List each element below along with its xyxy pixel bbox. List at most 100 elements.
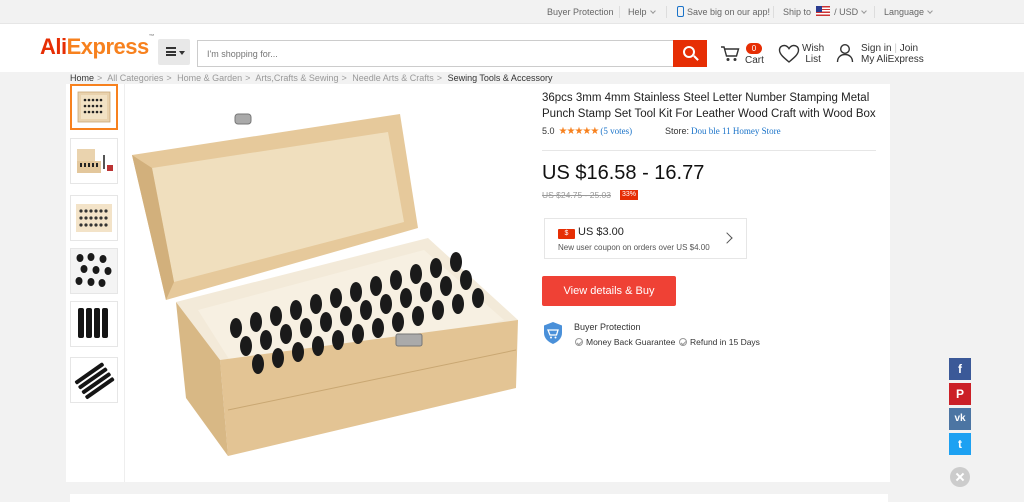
product-thumbnail-image (78, 308, 108, 338)
twitter-share-icon[interactable]: t (949, 433, 971, 455)
app-promo-link[interactable]: Save big on our app! (677, 0, 770, 24)
pinterest-share-icon[interactable]: P (949, 383, 971, 405)
original-price: US $24.75 - 25.03 (542, 190, 611, 200)
rating-row: 5.0 ★★★★★ (5 votes) (542, 126, 632, 137)
cart-link[interactable]: Cart (745, 55, 764, 66)
store-label: Store: (665, 126, 690, 136)
categories-menu-button[interactable] (158, 39, 190, 65)
thumbnail-1[interactable] (70, 84, 118, 130)
breadcrumb-separator: > (341, 73, 347, 83)
language-menu[interactable]: Language (884, 0, 933, 24)
refund-guarantee: Refund in 15 Days (679, 337, 760, 347)
facebook-share-icon[interactable]: f (949, 358, 971, 380)
product-thumbnail-image (76, 204, 112, 232)
coupon-amount: US $3.00 (578, 226, 624, 238)
buyer-protection-title: Buyer Protection (574, 322, 641, 332)
main-product-image[interactable] (128, 110, 528, 460)
breadcrumb-current[interactable]: Sewing Tools & Accessory (448, 73, 553, 83)
divider (542, 150, 876, 151)
close-icon[interactable] (950, 467, 970, 487)
help-menu[interactable]: Help (628, 0, 656, 24)
chevron-down-icon (649, 8, 656, 14)
vk-share-icon[interactable]: vk (949, 408, 971, 430)
ship-to-label: Ship to (783, 7, 812, 17)
breadcrumb-separator: > (436, 73, 443, 83)
breadcrumb: Home > All Categories > Home & Garden > Art… (70, 73, 552, 83)
thumbnail-5[interactable] (70, 301, 118, 347)
cart-icon[interactable] (720, 46, 740, 62)
search-icon-handle (693, 55, 699, 61)
next-section-strip (70, 494, 888, 502)
heart-icon[interactable] (778, 44, 800, 64)
breadcrumb-home[interactable]: Home (70, 73, 94, 83)
thumbnail-3[interactable] (70, 195, 118, 241)
product-title: 36pcs 3mm 4mm Stainless Steel Letter Num… (542, 92, 876, 120)
chevron-down-icon (179, 51, 185, 55)
my-aliexpress-link[interactable]: My AliExpress (861, 54, 924, 65)
thumbnail-2[interactable] (70, 138, 118, 184)
store-info: Store: Dou ble 11 Homey Store (665, 126, 781, 136)
top-utility-bar: Buyer Protection Help Save big on our ap… (0, 0, 1024, 24)
votes-link[interactable]: (5 votes) (600, 126, 632, 136)
search-input[interactable] (197, 40, 673, 67)
coupon-tag-icon: $ (558, 229, 575, 239)
product-thumbnail-image (77, 91, 111, 123)
hamburger-icon (166, 47, 176, 56)
breadcrumb-arts-crafts[interactable]: Arts,Crafts & Sewing (255, 73, 338, 83)
sign-in-link[interactable]: Sign in (861, 43, 892, 54)
currency-label: USD (839, 7, 859, 17)
new-user-coupon[interactable]: $ US $3.00 New user coupon on orders ove… (544, 218, 747, 259)
check-circle-icon (575, 338, 583, 346)
thumbnail-4[interactable] (70, 248, 118, 294)
wish-list-link[interactable]: Wish List (802, 43, 824, 65)
help-label: Help (628, 7, 647, 17)
product-thumbnail-image (77, 149, 113, 173)
coupon-description: New user coupon on orders over US $4.00 (558, 243, 710, 252)
cart-count-badge: 0 (746, 43, 762, 54)
us-flag-icon (815, 6, 830, 16)
app-promo-label: Save big on our app! (687, 7, 771, 17)
divider (874, 6, 875, 18)
wish-list-line2: List (805, 54, 821, 65)
store-link[interactable]: Dou ble 11 Homey Store (691, 126, 781, 136)
divider (773, 6, 774, 18)
breadcrumb-separator: > (245, 73, 251, 83)
view-details-buy-button[interactable]: View details & Buy (542, 276, 676, 306)
thumbnail-6[interactable] (70, 357, 118, 403)
wish-list-line1: Wish (802, 43, 825, 54)
discount-badge: 33% (620, 190, 639, 200)
breadcrumb-all-categories[interactable]: All Categories (107, 73, 163, 83)
join-link[interactable]: Join (900, 43, 918, 54)
price-range: US $16.58 - 16.77 (542, 162, 705, 184)
logo-trademark: ™ (148, 34, 155, 40)
buyer-protection-icon (544, 322, 562, 344)
logo-part-ali: Ali (40, 34, 67, 59)
account-links: Sign in | Join My AliExpress (861, 43, 924, 65)
language-label: Language (884, 7, 925, 17)
user-icon[interactable] (836, 43, 854, 63)
product-thumbnail-image (74, 362, 115, 399)
refund-guarantee-label: Refund in 15 Days (690, 337, 760, 347)
breadcrumb-needle-arts[interactable]: Needle Arts & Crafts (352, 73, 434, 83)
check-circle-icon (679, 338, 687, 346)
breadcrumb-home-garden[interactable]: Home & Garden (177, 73, 242, 83)
product-thumbnail-image (71, 249, 117, 293)
star-rating-icon: ★★★★★ (558, 126, 600, 137)
site-header: AliExpress™ 0 Cart WishList Sign in | Jo… (0, 24, 1024, 72)
account-separator: | (894, 43, 897, 54)
divider (666, 6, 667, 18)
gallery-divider (124, 84, 125, 482)
divider (619, 6, 620, 18)
aliexpress-logo[interactable]: AliExpress™ (40, 34, 155, 60)
money-back-guarantee: Money Back Guarantee (575, 337, 675, 347)
search-button[interactable] (673, 40, 707, 67)
chevron-right-icon (721, 232, 733, 244)
rating-value: 5.0 (542, 126, 555, 136)
chevron-down-icon (927, 8, 933, 14)
ship-to-menu[interactable]: Ship to / USD (783, 0, 867, 24)
money-back-guarantee-label: Money Back Guarantee (586, 337, 676, 347)
breadcrumb-separator: > (97, 73, 103, 83)
buyer-protection-link[interactable]: Buyer Protection (547, 0, 614, 24)
chevron-down-icon (861, 8, 867, 14)
logo-part-express: Express (66, 34, 150, 59)
